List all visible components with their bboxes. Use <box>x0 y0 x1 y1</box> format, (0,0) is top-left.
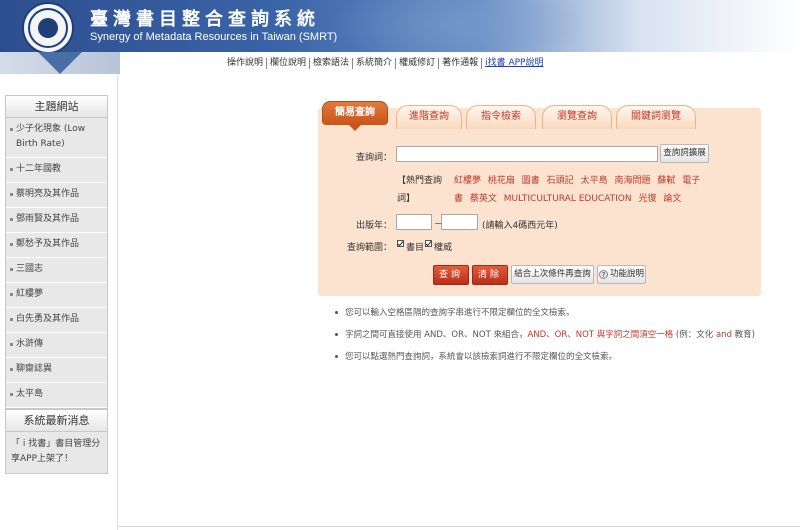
tip-text: (例：文化 <box>673 330 716 340</box>
search-tips: 您可以輸入空格區隔的查詢字串進行不限定欄位的全文檢索。 字詞之間可直接使用 AN… <box>333 307 773 373</box>
topics-box: 主題網站 少子化現象 (Low Birth Rate) 十二年國教 蔡明亮及其作… <box>5 95 108 409</box>
nav-authority-revision[interactable]: 權威修訂 <box>395 57 438 69</box>
query-input[interactable] <box>396 146 658 162</box>
tip-item: 您可以輸入空格區隔的查詢字串進行不限定欄位的全文檢索。 <box>333 307 773 319</box>
logo-strip <box>0 52 120 74</box>
header-decoration <box>330 0 590 52</box>
topic-item[interactable]: 蔡明亮及其作品 <box>6 183 107 208</box>
app-root: 臺灣書目整合查詢系統 Synergy of Metadata Resources… <box>0 0 800 530</box>
year-from-input[interactable] <box>396 214 432 230</box>
search-tabs: 簡易查詢 進階查詢 指令檢索 瀏覽查詢 關鍵詞瀏覽 <box>318 101 761 131</box>
topic-item[interactable]: 太平島 <box>6 383 107 408</box>
scope-bibliographic-checkbox[interactable] <box>397 240 404 247</box>
hot-term[interactable]: 蔡英文 <box>470 194 497 204</box>
top-navigation: 操作說明 欄位說明 檢索語法 系統簡介 權威修訂 著作通報 i找書 APP說明 <box>224 56 546 70</box>
query-label: 查詢詞： <box>355 153 392 163</box>
logo-core <box>38 18 58 38</box>
expand-query-button[interactable]: 查詢詞擴展 <box>660 144 709 163</box>
scope-bibliographic-label: 書目 <box>406 243 425 253</box>
year-to-input[interactable] <box>441 214 478 230</box>
question-mark-icon: ? <box>598 270 608 279</box>
tab-command-search[interactable]: 指令檢索 <box>466 105 536 129</box>
tip-highlight: and <box>715 330 732 340</box>
tab-browse-search[interactable]: 瀏覽查詢 <box>542 105 612 129</box>
logo-strip-triangle <box>38 52 82 74</box>
news-box: 系統最新消息 「 i 找書」書目管理分享APP上架了！ <box>5 409 108 474</box>
search-submit-button[interactable]: 查詢 <box>433 265 469 285</box>
news-title: 系統最新消息 <box>6 410 107 432</box>
tab-advanced-search[interactable]: 進階查詢 <box>396 105 462 129</box>
site-subtitle: Synergy of Metadata Resources in Taiwan … <box>90 31 338 43</box>
year-hint: (請輸入4碼西元年) <box>482 221 558 231</box>
hot-term[interactable]: 光復 <box>639 194 657 204</box>
tab-simple-search[interactable]: 簡易查詢 <box>322 101 388 131</box>
site-title: 臺灣書目整合查詢系統 <box>90 9 320 30</box>
nav-system-intro[interactable]: 系統簡介 <box>352 57 395 69</box>
hot-terms-label: 【熱門查詢詞】 <box>397 176 443 204</box>
topic-item[interactable]: 三國志 <box>6 258 107 283</box>
topic-item[interactable]: 白先勇及其作品 <box>6 308 107 333</box>
topic-item[interactable]: 鄧雨賢及其作品 <box>6 208 107 233</box>
topic-item[interactable]: 水滸傳 <box>6 333 107 358</box>
header-banner: 臺灣書目整合查詢系統 Synergy of Metadata Resources… <box>0 0 800 52</box>
combine-previous-button[interactable]: 結合上次條件再查詢 <box>511 265 594 284</box>
hot-term[interactable]: 紅樓夢 <box>454 176 481 186</box>
hot-term[interactable]: 石頭記 <box>547 176 574 186</box>
sidebar: 主題網站 少子化現象 (Low Birth Rate) 十二年國教 蔡明亮及其作… <box>0 74 118 530</box>
scope-authority-label: 權威 <box>434 243 453 253</box>
clear-button[interactable]: 清除 <box>472 265 508 285</box>
tip-item: 字詞之間可直接使用 AND、OR、NOT 來組合，AND、OR、NOT 與字詞之… <box>333 329 773 341</box>
scope-label: 查詢範圍： <box>346 243 392 253</box>
hot-terms-list: 紅樓夢 桃花扇 圖書 石頭記 太平島 南海問題 蘇軾 電子書 蔡英文 MULTI… <box>454 172 704 208</box>
topic-item[interactable]: 紅樓夢 <box>6 283 107 308</box>
hot-term[interactable]: 太平島 <box>581 176 608 186</box>
topic-item[interactable]: 聊齋誌異 <box>6 358 107 383</box>
footer-divider <box>118 526 800 527</box>
tab-keyword-browse[interactable]: 關鍵詞瀏覽 <box>616 105 696 129</box>
help-button[interactable]: ? 功能說明 <box>597 265 646 284</box>
nav-work-report[interactable]: 著作通報 <box>438 57 481 69</box>
help-button-label: 功能說明 <box>609 269 644 279</box>
scope-authority-checkbox[interactable] <box>425 240 432 247</box>
topics-title: 主題網站 <box>6 96 107 118</box>
year-label: 出版年： <box>355 221 392 231</box>
topics-list: 少子化現象 (Low Birth Rate) 十二年國教 蔡明亮及其作品 鄧雨賢… <box>6 118 107 408</box>
tip-highlight: AND、OR、NOT 與字詞之間須空一格 <box>527 330 674 340</box>
hot-term[interactable]: MULTICULTURAL EDUCATION <box>504 194 632 204</box>
topic-item[interactable]: 鄭愁予及其作品 <box>6 233 107 258</box>
hot-term[interactable]: 圖書 <box>522 176 540 186</box>
topic-item[interactable]: 少子化現象 (Low Birth Rate) <box>6 118 107 158</box>
nav-field-guide[interactable]: 欄位說明 <box>266 57 309 69</box>
news-item[interactable]: 「 i 找書」書目管理分享APP上架了！ <box>6 432 107 473</box>
tip-text: 字詞之間可直接使用 AND、OR、NOT 來組合， <box>345 330 528 340</box>
library-seal-logo[interactable] <box>22 2 74 52</box>
nav-search-syntax[interactable]: 檢索語法 <box>309 57 352 69</box>
hot-term[interactable]: 論文 <box>663 194 681 204</box>
hot-term[interactable]: 南海問題 <box>614 176 650 186</box>
tip-text: 教育) <box>731 330 755 340</box>
hot-term[interactable]: 蘇軾 <box>657 176 675 186</box>
tip-item: 您可以點選熱門查詢詞，系統會以該檢索詞進行不限定欄位的全文檢索。 <box>333 351 773 363</box>
nav-app-guide-link[interactable]: i找書 APP說明 <box>481 57 546 69</box>
nav-operation-guide[interactable]: 操作說明 <box>224 58 266 69</box>
topic-item[interactable]: 十二年國教 <box>6 158 107 183</box>
hot-term[interactable]: 桃花扇 <box>488 176 515 186</box>
